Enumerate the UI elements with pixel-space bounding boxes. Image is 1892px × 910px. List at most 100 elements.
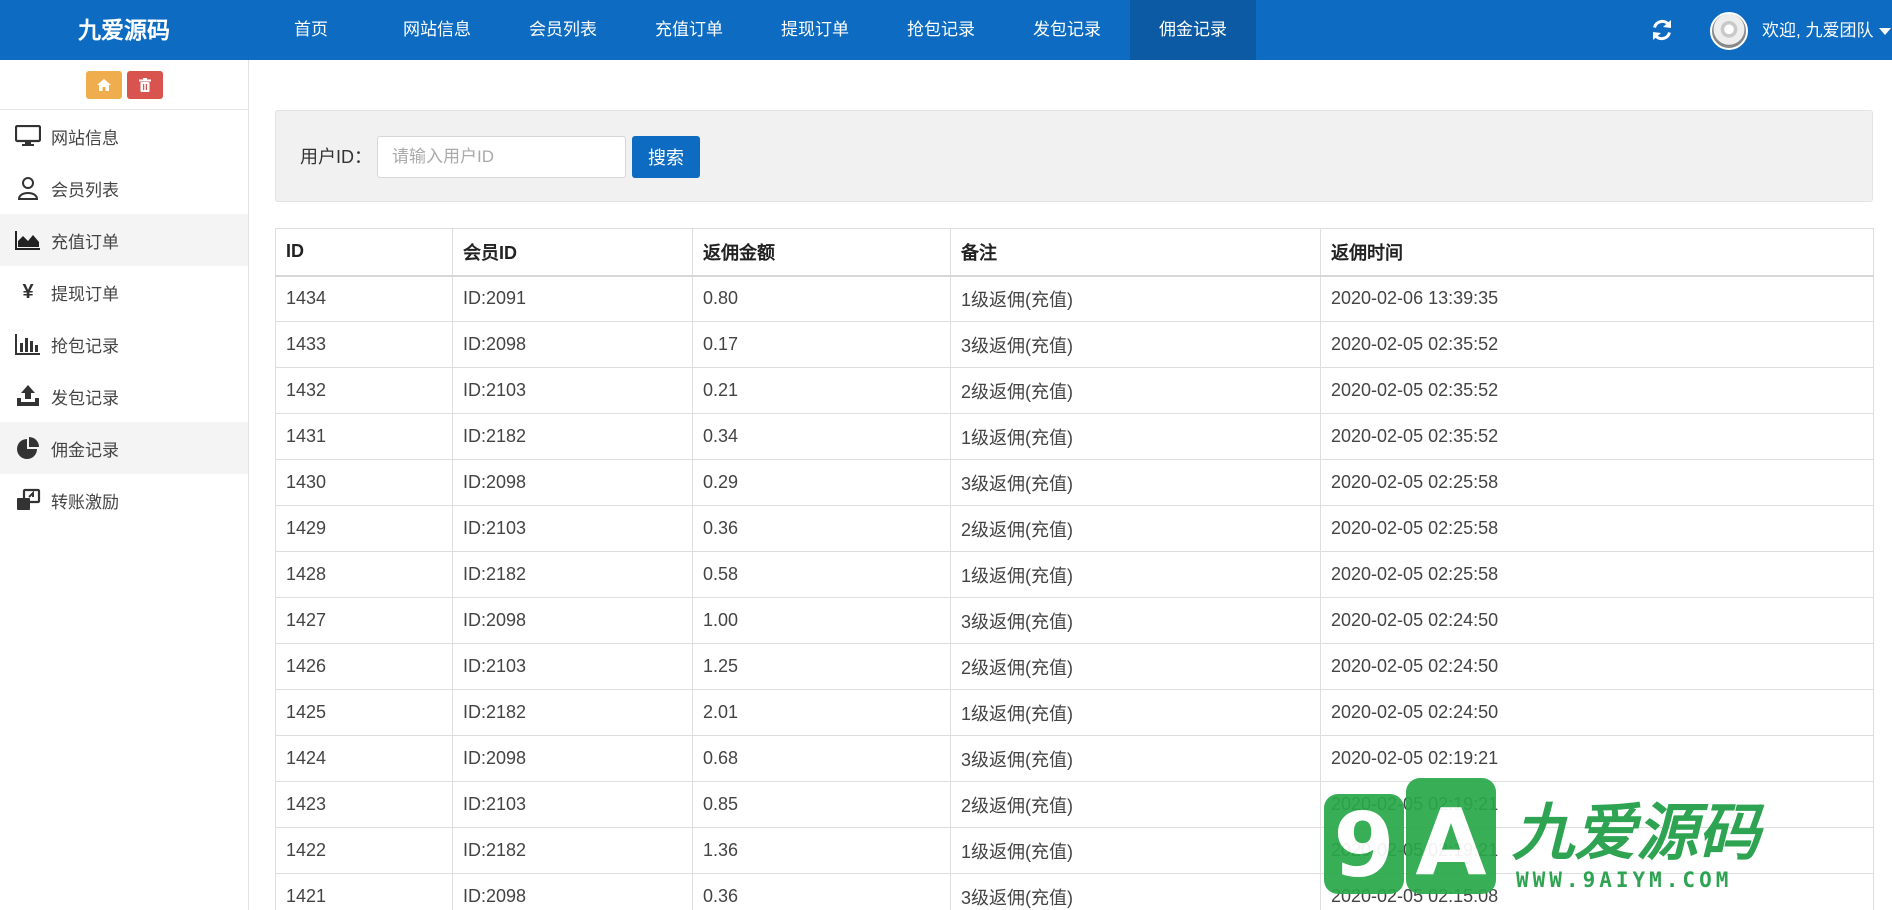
cell-time: 2020-02-05 02:19:21 bbox=[1320, 735, 1874, 782]
cell-amount: 0.80 bbox=[692, 275, 951, 322]
cell-member-id: ID:2103 bbox=[452, 643, 693, 690]
nav-site-info[interactable]: 网站信息 bbox=[374, 0, 500, 60]
cell-member-id: ID:2098 bbox=[452, 873, 693, 910]
welcome-text: 欢迎, 九爱团队 bbox=[1762, 21, 1874, 40]
column-header-id[interactable]: ID bbox=[275, 228, 453, 277]
nav-send-records[interactable]: 发包记录 bbox=[1004, 0, 1130, 60]
cell-id: 1429 bbox=[275, 505, 453, 552]
table-row: 1423 ID:2103 0.85 2级返佣(充值) 2020-02-05 02:19:… bbox=[275, 781, 1874, 828]
cell-id: 1424 bbox=[275, 735, 453, 782]
cell-member-id: ID:2098 bbox=[452, 735, 693, 782]
nav-member-list[interactable]: 会员列表 bbox=[500, 0, 626, 60]
monitor-icon bbox=[14, 123, 42, 149]
cell-remark: 1级返佣(充值) bbox=[950, 827, 1321, 874]
cell-member-id: ID:2182 bbox=[452, 689, 693, 736]
table-body: 1434 ID:2091 0.80 1级返佣(充值) 2020-02-06 13:39:… bbox=[275, 275, 1874, 910]
column-header-amount[interactable]: 返佣金额 bbox=[692, 228, 951, 277]
cell-amount: 0.85 bbox=[692, 781, 951, 828]
cell-id: 1430 bbox=[275, 459, 453, 506]
cell-amount: 0.36 bbox=[692, 505, 951, 552]
sidebar-item-recharge-orders[interactable]: 充值订单 bbox=[0, 214, 248, 266]
cell-id: 1423 bbox=[275, 781, 453, 828]
cell-id: 1422 bbox=[275, 827, 453, 874]
cell-id: 1434 bbox=[275, 275, 453, 322]
sidebar-item-send-records[interactable]: 发包记录 bbox=[0, 370, 248, 422]
cell-member-id: ID:2098 bbox=[452, 321, 693, 368]
sidebar-item-withdraw-orders[interactable]: ¥ 提现订单 bbox=[0, 266, 248, 318]
cell-member-id: ID:2182 bbox=[452, 827, 693, 874]
cell-time: 2020-02-05 02:35:52 bbox=[1320, 321, 1874, 368]
upload-icon bbox=[14, 383, 42, 409]
cell-time: 2020-02-05 02:25:58 bbox=[1320, 459, 1874, 506]
table-row: 1421 ID:2098 0.36 3级返佣(充值) 2020-02-05 02:15:… bbox=[275, 873, 1874, 910]
table-row: 1430 ID:2098 0.29 3级返佣(充值) 2020-02-05 02:25:… bbox=[275, 459, 1874, 506]
search-panel: 用户ID： 搜索 bbox=[275, 110, 1873, 202]
user-id-search-input[interactable] bbox=[377, 136, 626, 178]
chevron-down-icon bbox=[1879, 28, 1892, 36]
cell-id: 1428 bbox=[275, 551, 453, 598]
cell-id: 1425 bbox=[275, 689, 453, 736]
column-header-member-id[interactable]: 会员ID bbox=[452, 228, 693, 277]
cell-id: 1433 bbox=[275, 321, 453, 368]
cell-amount: 2.01 bbox=[692, 689, 951, 736]
user-menu[interactable]: 欢迎, 九爱团队 bbox=[1762, 0, 1892, 60]
brand-logo[interactable]: 九爱源码 bbox=[0, 0, 248, 60]
nav-home[interactable]: 首页 bbox=[248, 0, 374, 60]
sidebar-item-transfer-incentive[interactable]: 转账激励 bbox=[0, 474, 248, 526]
sidebar: 网站信息 会员列表 充值订单 ¥ 提现订单 抢包记录 发包记录 佣金记录 转账激… bbox=[0, 60, 249, 910]
cell-member-id: ID:2098 bbox=[452, 459, 693, 506]
search-button[interactable]: 搜索 bbox=[632, 136, 700, 178]
table-row: 1424 ID:2098 0.68 3级返佣(充值) 2020-02-05 02:19:… bbox=[275, 735, 1874, 782]
cell-id: 1431 bbox=[275, 413, 453, 460]
table-row: 1431 ID:2182 0.34 1级返佣(充值) 2020-02-05 02:35:… bbox=[275, 413, 1874, 460]
cell-time: 2020-02-05 02:35:52 bbox=[1320, 413, 1874, 460]
cell-amount: 1.00 bbox=[692, 597, 951, 644]
sidebar-item-label: 佣金记录 bbox=[51, 440, 119, 460]
delete-button[interactable] bbox=[127, 71, 163, 99]
table-header-row: ID 会员ID 返佣金额 备注 返佣时间 bbox=[275, 228, 1874, 277]
sidebar-item-label: 发包记录 bbox=[51, 388, 119, 408]
column-header-time[interactable]: 返佣时间 bbox=[1320, 228, 1874, 277]
cell-amount: 0.29 bbox=[692, 459, 951, 506]
refresh-icon[interactable] bbox=[1648, 16, 1676, 44]
home-button[interactable] bbox=[86, 71, 122, 99]
sidebar-item-member-list[interactable]: 会员列表 bbox=[0, 162, 248, 214]
sidebar-item-site-info[interactable]: 网站信息 bbox=[0, 110, 248, 162]
table-row: 1427 ID:2098 1.00 3级返佣(充值) 2020-02-05 02:24:… bbox=[275, 597, 1874, 644]
cell-id: 1427 bbox=[275, 597, 453, 644]
cell-member-id: ID:2103 bbox=[452, 505, 693, 552]
cell-amount: 0.21 bbox=[692, 367, 951, 414]
cell-remark: 3级返佣(充值) bbox=[950, 735, 1321, 782]
sidebar-item-label: 提现订单 bbox=[51, 284, 119, 304]
transfer-icon bbox=[14, 487, 42, 513]
cell-member-id: ID:2182 bbox=[452, 551, 693, 598]
cell-time: 2020-02-05 02:24:50 bbox=[1320, 643, 1874, 690]
cell-amount: 0.68 bbox=[692, 735, 951, 782]
sidebar-item-label: 转账激励 bbox=[51, 492, 119, 512]
cell-remark: 2级返佣(充值) bbox=[950, 505, 1321, 552]
cell-remark: 1级返佣(充值) bbox=[950, 689, 1321, 736]
nav-recharge-orders[interactable]: 充值订单 bbox=[626, 0, 752, 60]
trash-icon bbox=[139, 78, 151, 92]
nav-withdraw-orders[interactable]: 提现订单 bbox=[752, 0, 878, 60]
cell-member-id: ID:2098 bbox=[452, 597, 693, 644]
sidebar-shortcuts bbox=[0, 60, 248, 110]
cell-time: 2020-02-05 02:24:50 bbox=[1320, 689, 1874, 736]
sidebar-item-grab-records[interactable]: 抢包记录 bbox=[0, 318, 248, 370]
nav-commission-records[interactable]: 佣金记录 bbox=[1130, 0, 1256, 60]
cell-id: 1432 bbox=[275, 367, 453, 414]
home-icon bbox=[97, 79, 111, 91]
cell-member-id: ID:2103 bbox=[452, 367, 693, 414]
table-row: 1422 ID:2182 1.36 1级返佣(充值) 2020-02-05 02:19:… bbox=[275, 827, 1874, 874]
avatar[interactable] bbox=[1710, 12, 1748, 50]
column-header-remark[interactable]: 备注 bbox=[950, 228, 1321, 277]
cell-amount: 0.34 bbox=[692, 413, 951, 460]
sidebar-item-label: 充值订单 bbox=[51, 232, 119, 252]
cell-remark: 2级返佣(充值) bbox=[950, 781, 1321, 828]
cell-member-id: ID:2182 bbox=[452, 413, 693, 460]
cell-member-id: ID:2103 bbox=[452, 781, 693, 828]
sidebar-item-commission-records[interactable]: 佣金记录 bbox=[0, 422, 248, 474]
user-id-label: 用户ID： bbox=[300, 147, 372, 167]
cell-time: 2020-02-05 02:19:21 bbox=[1320, 781, 1874, 828]
nav-grab-records[interactable]: 抢包记录 bbox=[878, 0, 1004, 60]
